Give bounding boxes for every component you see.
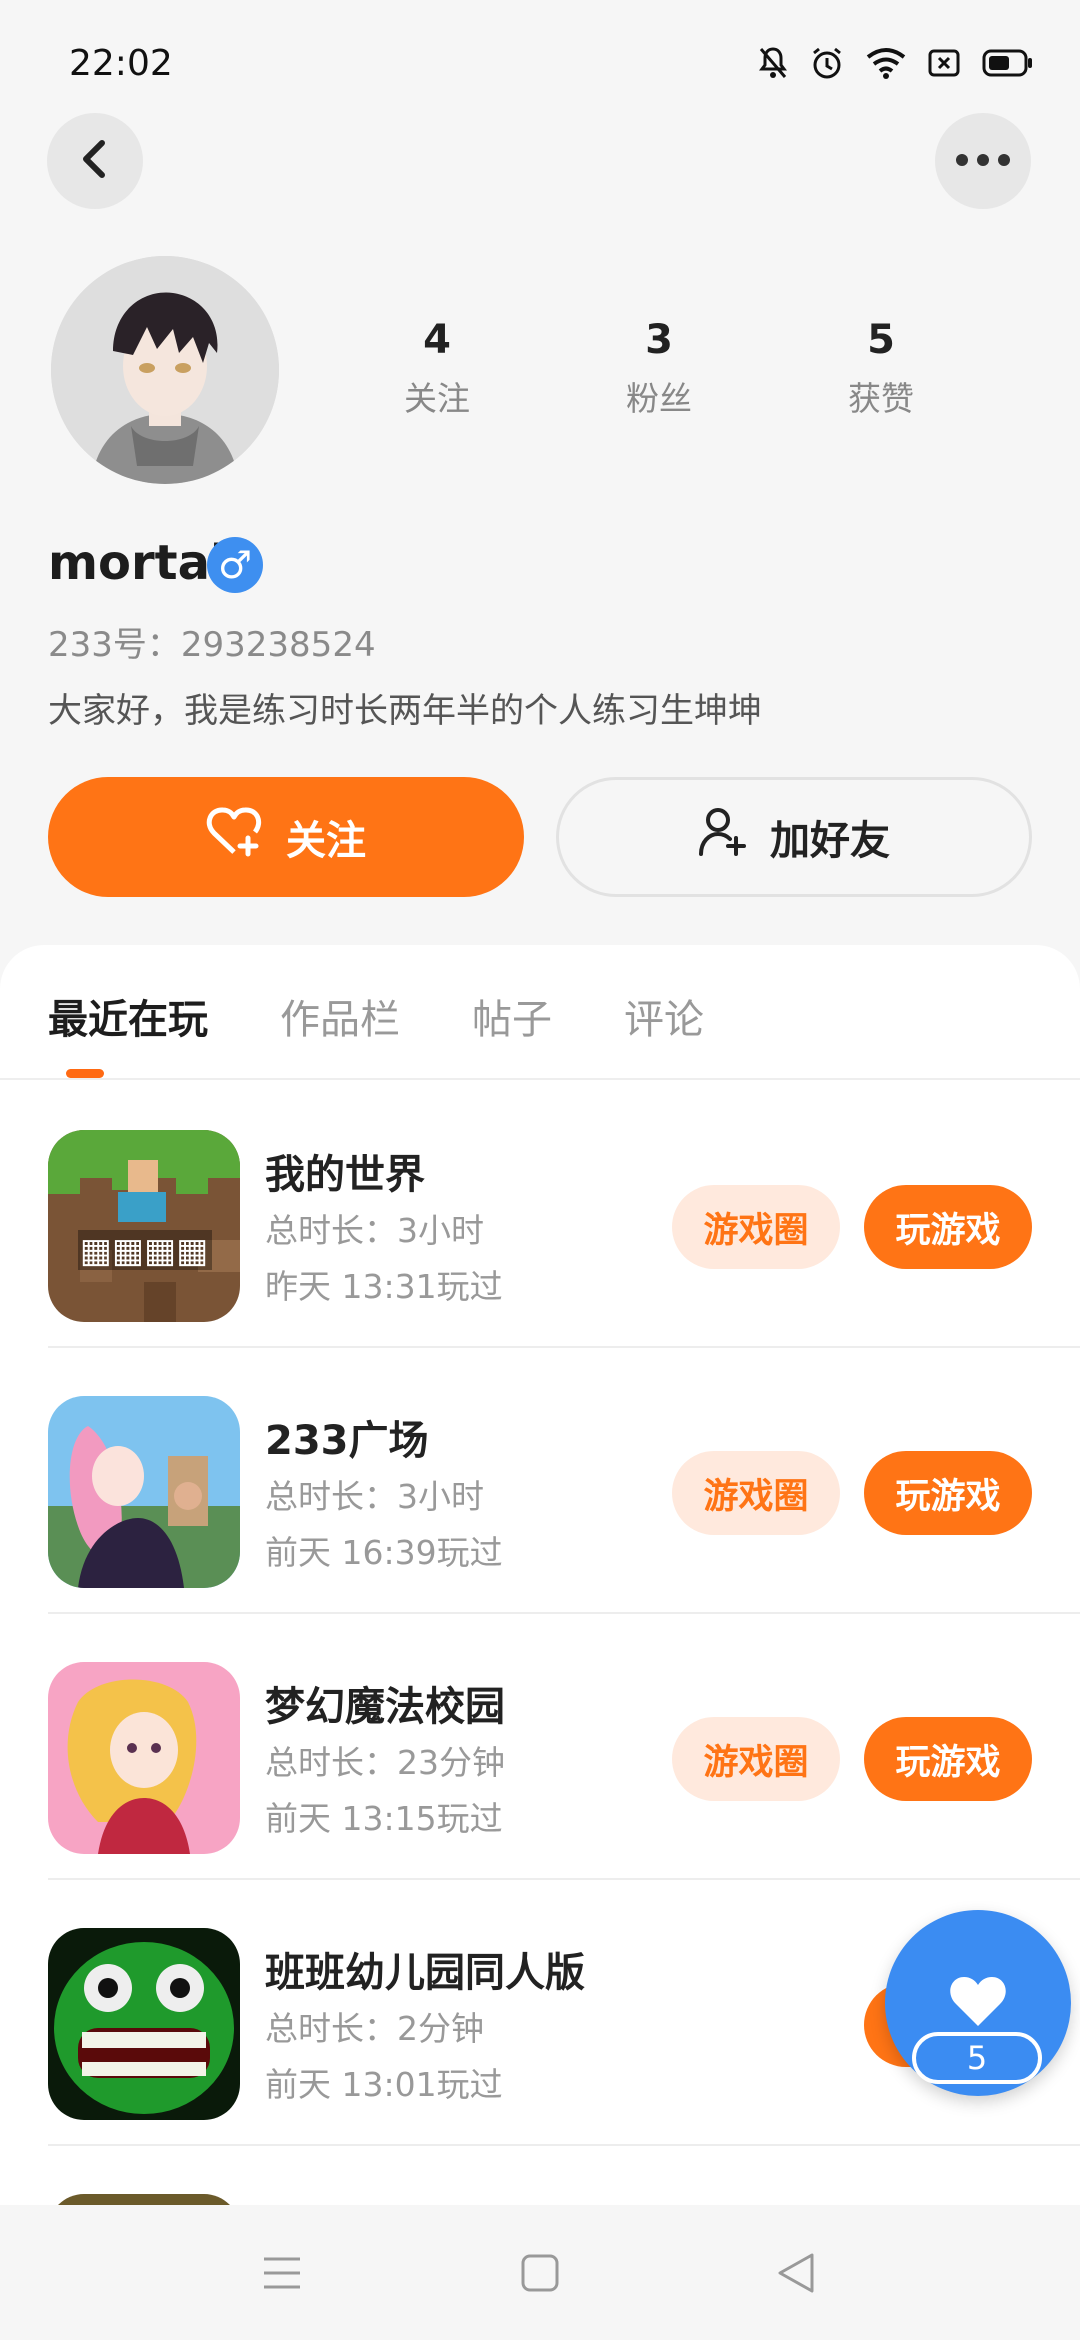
game-total-time: 总时长：3小时 bbox=[265, 1477, 484, 1516]
stat-following[interactable]: 4 关注 bbox=[326, 312, 548, 420]
game-last-played: 昨天 13:31玩过 bbox=[265, 1267, 503, 1306]
tabs-divider bbox=[0, 1078, 1080, 1080]
game-last-played: 前天 13:15玩过 bbox=[265, 1799, 503, 1838]
play-game-button[interactable]: 玩游戏 bbox=[864, 1185, 1032, 1269]
username: mortal bbox=[48, 535, 227, 591]
stat-likes-label: 获赞 bbox=[848, 379, 914, 418]
stat-fans-count: 3 bbox=[645, 317, 673, 363]
user-id: 233号：293238524 bbox=[48, 625, 376, 665]
status-time: 22:02 bbox=[69, 43, 173, 84]
tab-recently-played[interactable]: 最近在玩 bbox=[48, 987, 208, 1045]
stat-following-count: 4 bbox=[423, 317, 451, 363]
list-item[interactable]: 233广场 总时长：3小时 前天 16:39玩过 游戏圈 玩游戏 bbox=[0, 1348, 1080, 1614]
gender-symbol: ♂ bbox=[217, 543, 253, 587]
tab-works[interactable]: 作品栏 bbox=[280, 987, 400, 1045]
active-tab-indicator bbox=[66, 1069, 104, 1078]
stat-following-label: 关注 bbox=[404, 379, 470, 418]
game-circle-button[interactable]: 游戏圈 bbox=[672, 1717, 840, 1801]
bell-off-icon bbox=[758, 46, 788, 84]
game-last-played: 前天 16:39玩过 bbox=[265, 1533, 503, 1572]
game-last-played: 前天 13:01玩过 bbox=[265, 2065, 503, 2104]
game-total-time: 总时长：3小时 bbox=[265, 1211, 484, 1250]
play-game-button[interactable]: 玩游戏 bbox=[864, 1717, 1032, 1801]
add-person-icon bbox=[698, 806, 748, 868]
male-gender-icon: ♂ bbox=[207, 537, 263, 593]
back-button[interactable] bbox=[47, 113, 143, 209]
tab-bar: 最近在玩 作品栏 帖子 评论 bbox=[48, 987, 704, 1045]
nav-home-button[interactable] bbox=[510, 2245, 570, 2305]
game-icon-minecraft[interactable]: ▦▦▦▦ bbox=[48, 1130, 240, 1322]
heart-icon bbox=[948, 1974, 1008, 2032]
game-name: 233广场 bbox=[265, 1418, 429, 1464]
more-horizontal-icon bbox=[955, 152, 1011, 171]
status-bar: 22:02 bbox=[0, 0, 1080, 130]
list-item[interactable]: 梦幻魔法校园 总时长：23分钟 前天 13:15玩过 游戏圈 玩游戏 bbox=[0, 1614, 1080, 1880]
stat-fans-label: 粉丝 bbox=[626, 379, 692, 418]
game-icon-233-plaza[interactable] bbox=[48, 1396, 240, 1588]
tab-comments[interactable]: 评论 bbox=[624, 987, 704, 1045]
stat-fans[interactable]: 3 粉丝 bbox=[548, 312, 770, 420]
play-game-button[interactable]: 玩游戏 bbox=[864, 1451, 1032, 1535]
more-button[interactable] bbox=[935, 113, 1031, 209]
follow-button-label: 关注 bbox=[286, 818, 366, 864]
triangle-back-icon bbox=[776, 2252, 816, 2298]
game-total-time: 总时长：23分钟 bbox=[265, 1743, 505, 1782]
heart-plus-icon bbox=[206, 806, 264, 868]
tab-posts[interactable]: 帖子 bbox=[472, 987, 552, 1045]
profile-stats: 4 关注 3 粉丝 5 获赞 bbox=[326, 312, 992, 420]
game-icon-magic-campus[interactable] bbox=[48, 1662, 240, 1854]
game-total-time: 总时长：2分钟 bbox=[265, 2009, 484, 2048]
add-friend-button-label: 加好友 bbox=[770, 818, 890, 864]
wifi-icon bbox=[866, 47, 906, 83]
list-item[interactable] bbox=[0, 2146, 1080, 2206]
svg-text:▦▦▦▦: ▦▦▦▦ bbox=[80, 1231, 209, 1271]
game-circle-button[interactable]: 游戏圈 bbox=[672, 1185, 840, 1269]
nav-back-button[interactable] bbox=[766, 2245, 826, 2305]
game-icon-banban-kindergarten[interactable] bbox=[48, 1928, 240, 2120]
sim-x-icon bbox=[928, 48, 960, 82]
alarm-icon bbox=[810, 46, 844, 84]
game-name: 班班幼儿园同人版 bbox=[265, 1950, 585, 1996]
chevron-left-icon bbox=[78, 139, 112, 183]
game-name: 梦幻魔法校园 bbox=[265, 1684, 505, 1730]
system-nav-bar bbox=[0, 2205, 1080, 2340]
add-friend-button[interactable]: 加好友 bbox=[556, 777, 1032, 897]
list-item[interactable]: ▦▦▦▦ 我的世界 总时长：3小时 昨天 13:31玩过 游戏圈 玩游戏 bbox=[0, 1082, 1080, 1348]
stat-likes-count: 5 bbox=[867, 317, 895, 363]
user-bio: 大家好，我是练习时长两年半的个人练习生坤坤 bbox=[48, 691, 762, 731]
battery-icon bbox=[982, 49, 1034, 81]
nav-menu-button[interactable] bbox=[252, 2245, 312, 2305]
menu-icon bbox=[262, 2256, 302, 2294]
square-icon bbox=[521, 2254, 559, 2296]
avatar[interactable] bbox=[51, 256, 279, 484]
game-name: 我的世界 bbox=[265, 1152, 425, 1198]
follow-button[interactable]: 关注 bbox=[48, 777, 524, 897]
status-icons bbox=[758, 46, 1034, 84]
game-circle-button[interactable]: 游戏圈 bbox=[672, 1451, 840, 1535]
stat-likes[interactable]: 5 获赞 bbox=[770, 312, 992, 420]
like-count-badge: 5 bbox=[912, 2032, 1042, 2084]
